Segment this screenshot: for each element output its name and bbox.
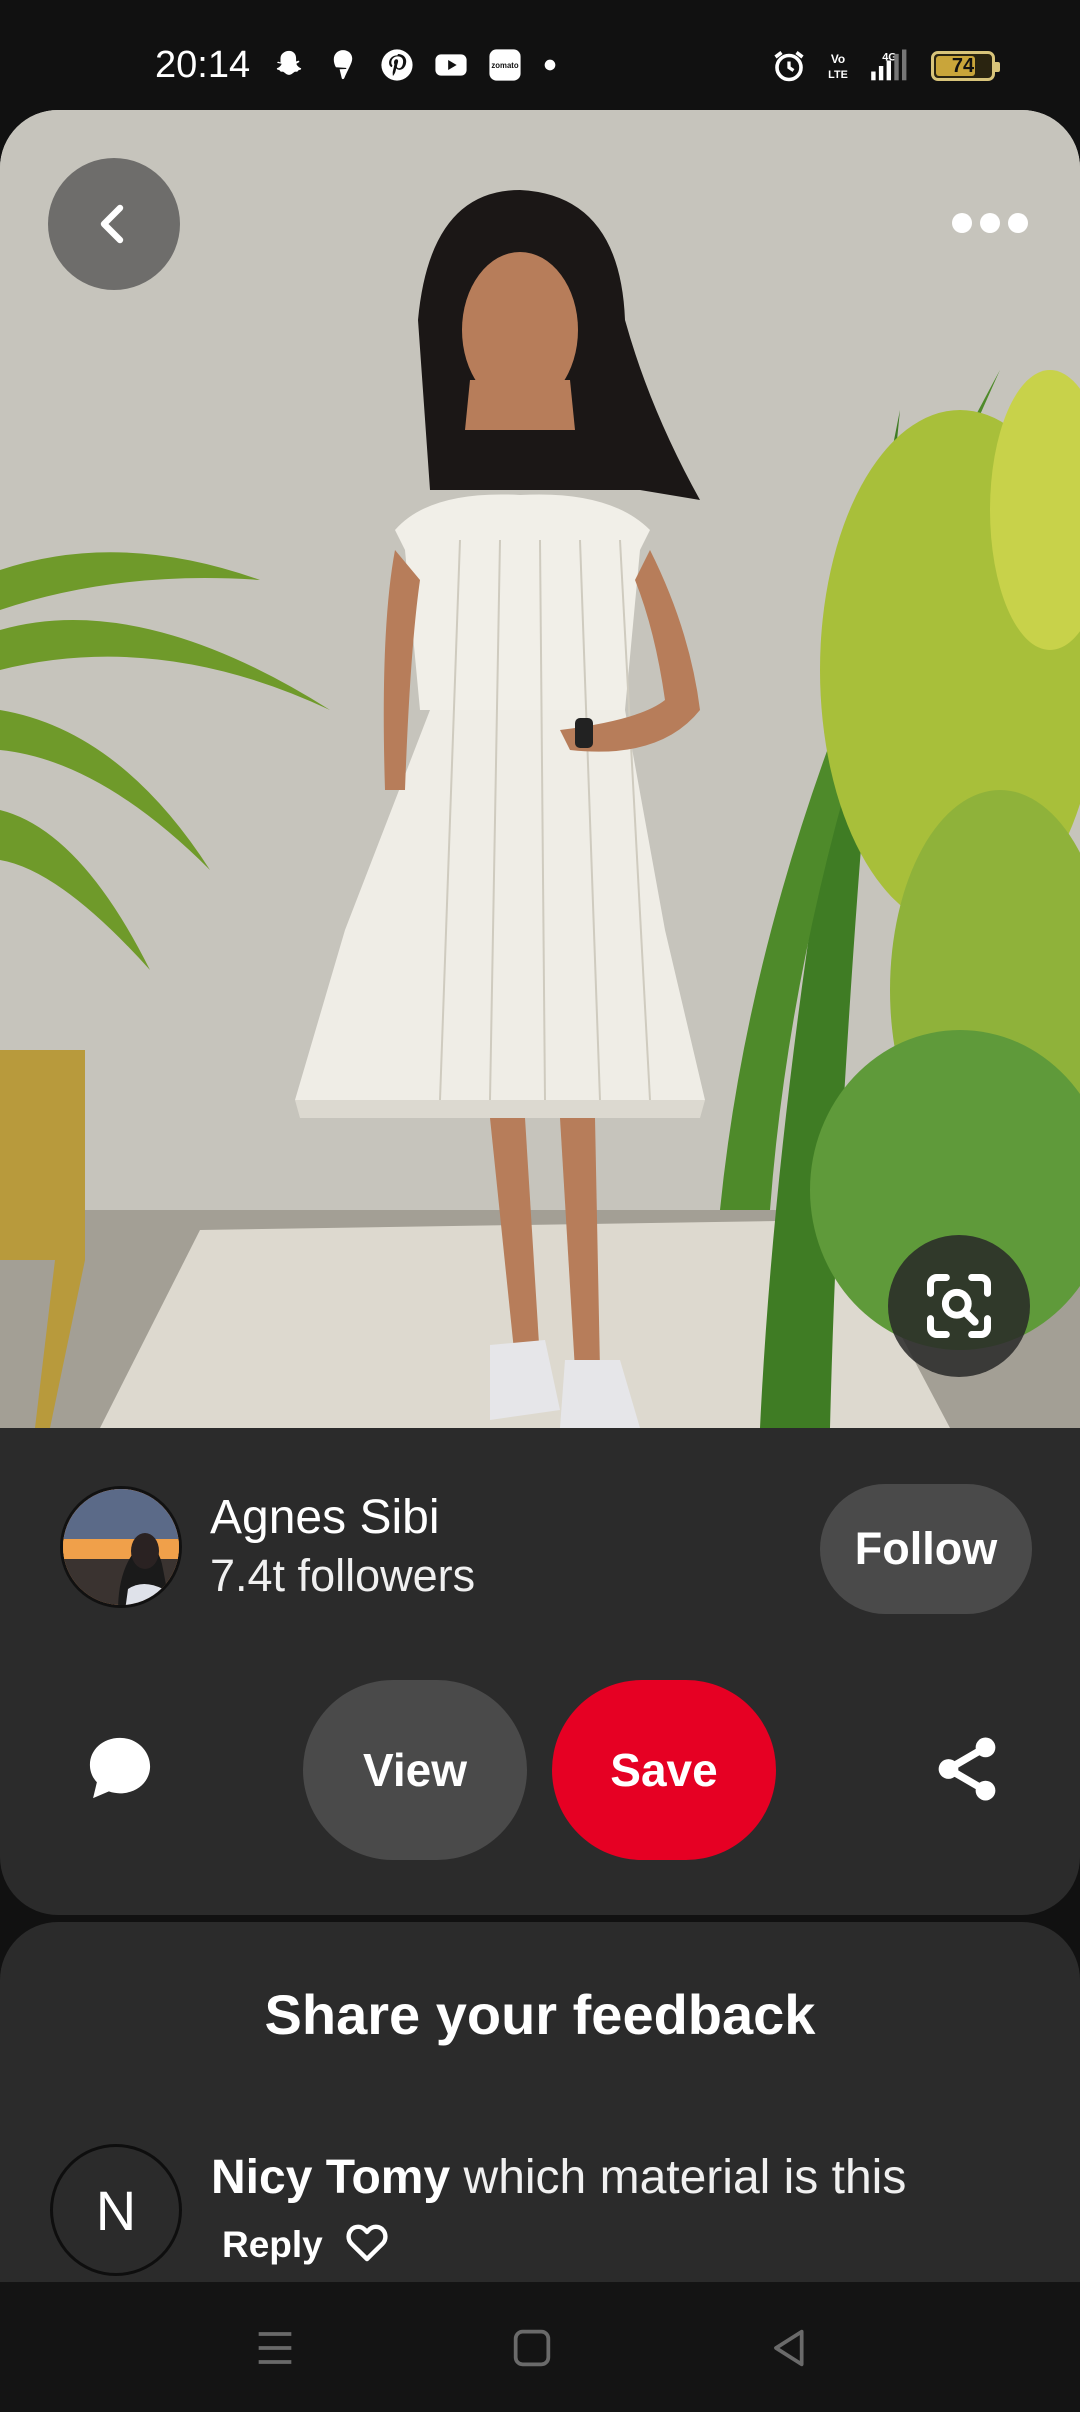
visual-search-button[interactable] <box>888 1235 1030 1377</box>
view-button[interactable]: View <box>303 1680 527 1860</box>
status-right-icons: Vo LTE 4G 74 <box>771 48 1000 84</box>
pinterest-icon <box>381 49 413 81</box>
pin-photo <box>0 110 1080 1428</box>
volte-icon: Vo LTE <box>828 52 848 81</box>
lens-search-icon <box>927 1274 991 1338</box>
author-row: Agnes Sibi 7.4t followers Follow <box>0 1428 1080 1614</box>
pin-card: Agnes Sibi 7.4t followers Follow View Sa… <box>0 110 1080 1915</box>
chevron-left-icon <box>100 204 124 244</box>
author-avatar[interactable] <box>60 1486 182 1608</box>
youtube-icon <box>435 54 467 76</box>
system-nav-bar <box>0 2282 1080 2412</box>
home-square-icon[interactable] <box>504 2320 560 2376</box>
comment-avatar[interactable]: N <box>50 2144 182 2276</box>
more-options-button[interactable] <box>940 185 1040 260</box>
save-button[interactable]: Save <box>552 1680 776 1860</box>
swiggy-icon <box>333 50 353 80</box>
reply-button[interactable]: Reply <box>222 2224 323 2266</box>
feedback-section: Share your feedback N Nicy Tomy which ma… <box>0 1922 1080 2282</box>
4g-signal-icon: 4G <box>871 49 907 81</box>
follow-button[interactable]: Follow <box>820 1484 1032 1614</box>
more-dot-icon <box>980 212 1000 233</box>
svg-text:zomato: zomato <box>491 61 518 70</box>
battery-icon: 74 <box>931 51 1000 81</box>
alarm-icon <box>774 51 804 82</box>
battery-tip <box>995 62 1000 72</box>
status-bar: 20:14 zomato Vo LTE 4G 74 <box>0 0 1080 110</box>
pin-image[interactable] <box>0 110 1080 1428</box>
snapchat-icon <box>276 50 302 75</box>
more-dot-icon <box>952 212 972 233</box>
comment-author[interactable]: Nicy Tomy <box>211 2151 450 2204</box>
status-time: 20:14 <box>155 44 251 86</box>
share-icon[interactable] <box>930 1732 1004 1806</box>
svg-text:LTE: LTE <box>828 69 848 81</box>
comment-text: which material is this <box>463 2151 907 2204</box>
back-button[interactable] <box>48 158 180 290</box>
battery-level: 74 <box>951 55 975 77</box>
zomato-icon: zomato <box>489 49 521 81</box>
author-name[interactable]: Agnes Sibi <box>210 1490 439 1545</box>
feedback-title: Share your feedback <box>264 1983 816 2046</box>
author-followers: 7.4t followers <box>210 1550 476 1601</box>
comment-icon[interactable] <box>82 1730 158 1806</box>
more-dot-icon <box>1008 212 1028 233</box>
dot-icon <box>544 59 556 71</box>
heart-icon[interactable] <box>343 2218 391 2266</box>
notification-icons: zomato <box>272 48 558 82</box>
comment-text-line: Nicy Tomy which material is this <box>211 2150 906 2205</box>
avatar-image <box>63 1489 179 1605</box>
menu-icon[interactable] <box>247 2320 303 2376</box>
svg-text:Vo: Vo <box>831 52 845 66</box>
back-triangle-icon[interactable] <box>762 2320 818 2376</box>
